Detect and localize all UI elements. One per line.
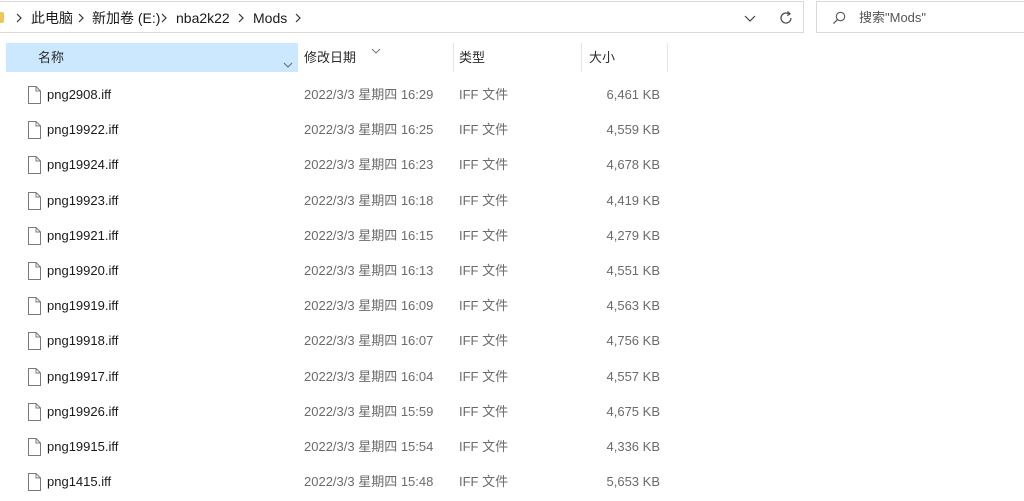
chevron-right-icon[interactable] [76, 11, 86, 25]
file-size: 4,756 KB [606, 333, 661, 349]
file-row[interactable]: png19919.iff 2022/3/3 星期四 16:09 IFF 文件 4,56… [6, 288, 668, 323]
file-row[interactable]: png2908.iff 2022/3/3 星期四 16:29 IFF 文件 6,461… [6, 77, 668, 112]
column-divider[interactable] [667, 43, 668, 72]
file-type: IFF 文件 [459, 474, 509, 490]
file-icon [27, 262, 41, 280]
breadcrumb-nba2k22[interactable]: nba2k22 [176, 10, 230, 26]
file-row[interactable]: png19915.iff 2022/3/3 星期四 15:54 IFF 文件 4,33… [6, 429, 668, 464]
file-type: IFF 文件 [459, 333, 509, 349]
file-icon [27, 438, 41, 456]
file-name: png19915.iff [47, 439, 119, 454]
file-size: 4,336 KB [606, 439, 661, 454]
file-size: 4,675 KB [606, 403, 661, 419]
file-size: 4,559 KB [606, 122, 661, 138]
file-name: png19920.iff [47, 263, 119, 278]
file-row[interactable]: png19922.iff 2022/3/3 星期四 16:25 IFF 文件 4,55… [6, 112, 668, 147]
file-modified-date: 2022/3/3 星期四 15:48 [304, 474, 434, 490]
file-row[interactable]: png19918.iff 2022/3/3 星期四 16:07 IFF 文件 4,75… [6, 323, 668, 358]
file-icon [27, 367, 41, 386]
column-divider[interactable] [453, 43, 454, 72]
file-icon [27, 473, 41, 492]
file-name: png19926.iff [47, 403, 119, 419]
file-size: 4,678 KB [606, 157, 661, 173]
file-size: 4,279 KB [606, 227, 661, 243]
column-header-date[interactable]: 修改日期 [304, 43, 452, 72]
file-size: 4,563 KB [606, 298, 661, 314]
file-row[interactable]: png19923.iff 2022/3/3 星期四 16:18 IFF 文件 4,41… [6, 183, 668, 218]
file-type: IFF 文件 [459, 439, 509, 454]
file-name: png19921.iff [47, 227, 119, 243]
file-type: IFF 文件 [459, 298, 509, 314]
file-name: png19923.iff [47, 192, 119, 208]
file-modified-date: 2022/3/3 星期四 15:54 [304, 439, 434, 454]
file-type: IFF 文件 [459, 87, 509, 102]
file-name: png19919.iff [47, 298, 119, 314]
search-input[interactable]: 搜索"Mods" [816, 1, 1024, 33]
file-modified-date: 2022/3/3 星期四 16:29 [304, 87, 434, 102]
file-name: png19917.iff [47, 368, 119, 384]
file-row[interactable]: png1415.iff 2022/3/3 星期四 15:48 IFF 文件 5,653… [6, 464, 668, 499]
file-name: png19922.iff [47, 122, 119, 138]
file-row[interactable]: png19920.iff 2022/3/3 星期四 16:13 IFF 文件 4,55… [6, 253, 668, 288]
file-type: IFF 文件 [459, 263, 509, 278]
file-modified-date: 2022/3/3 星期四 16:13 [304, 263, 434, 278]
file-modified-date: 2022/3/3 星期四 16:18 [304, 192, 434, 208]
file-modified-date: 2022/3/3 星期四 16:25 [304, 122, 434, 138]
file-modified-date: 2022/3/3 星期四 16:09 [304, 298, 434, 314]
file-type: IFF 文件 [459, 368, 509, 384]
file-type: IFF 文件 [459, 157, 509, 173]
column-header-type[interactable]: 类型 [459, 43, 579, 72]
file-modified-date: 2022/3/3 星期四 15:59 [304, 403, 434, 419]
file-type: IFF 文件 [459, 403, 509, 419]
column-header-name-label: 名称 [38, 50, 65, 65]
file-type: IFF 文件 [459, 192, 509, 208]
file-name: png19924.iff [47, 157, 119, 173]
search-placeholder: 搜索"Mods" [859, 10, 927, 25]
chevron-right-icon[interactable] [159, 11, 169, 25]
file-size: 4,551 KB [606, 263, 661, 278]
file-name: png2908.iff [47, 87, 112, 102]
file-icon [27, 226, 41, 245]
file-icon [27, 332, 41, 351]
file-icon [27, 402, 41, 421]
file-icon [27, 297, 41, 316]
file-modified-date: 2022/3/3 星期四 16:15 [304, 227, 434, 243]
refresh-icon[interactable] [776, 8, 796, 28]
chevron-right-icon[interactable] [293, 11, 303, 25]
breadcrumb-this-pc[interactable]: 此电脑 [31, 10, 73, 26]
file-icon [27, 156, 41, 175]
chevron-down-icon[interactable] [740, 8, 760, 28]
chevron-right-icon[interactable] [236, 11, 246, 25]
breadcrumb-mods[interactable]: Mods [253, 10, 287, 26]
file-size: 4,557 KB [606, 368, 661, 384]
file-modified-date: 2022/3/3 星期四 16:07 [304, 333, 434, 349]
file-row[interactable]: png19924.iff 2022/3/3 星期四 16:23 IFF 文件 4,67… [6, 147, 668, 182]
file-name: png1415.iff [47, 474, 112, 490]
file-row[interactable]: png19917.iff 2022/3/3 星期四 16:04 IFF 文件 4,55… [6, 359, 668, 394]
column-header-size[interactable]: 大小 [589, 43, 665, 72]
file-type: IFF 文件 [459, 122, 509, 138]
breadcrumb-drive-e[interactable]: 新加卷 (E:) [92, 10, 160, 26]
file-name: png19918.iff [47, 333, 119, 349]
column-header-name[interactable]: 名称 [6, 43, 298, 72]
file-row[interactable]: png19926.iff 2022/3/3 星期四 15:59 IFF 文件 4,67… [6, 394, 668, 429]
folder-icon [0, 12, 4, 23]
file-row[interactable]: png19921.iff 2022/3/3 星期四 16:15 IFF 文件 4,27… [6, 218, 668, 253]
file-icon [27, 191, 41, 210]
column-divider[interactable] [581, 43, 582, 72]
address-bar[interactable]: 此电脑 新加卷 (E:) nba2k22 Mods [0, 1, 804, 33]
chevron-down-icon[interactable] [282, 52, 294, 68]
file-icon [27, 86, 41, 104]
search-icon [831, 10, 847, 26]
file-size: 4,419 KB [606, 192, 661, 208]
file-modified-date: 2022/3/3 星期四 16:23 [304, 157, 434, 173]
file-size: 6,461 KB [606, 87, 661, 102]
chevron-right-icon[interactable] [14, 11, 24, 25]
file-type: IFF 文件 [459, 227, 509, 243]
file-modified-date: 2022/3/3 星期四 16:04 [304, 368, 434, 384]
file-size: 5,653 KB [606, 474, 661, 490]
file-icon [27, 121, 41, 140]
